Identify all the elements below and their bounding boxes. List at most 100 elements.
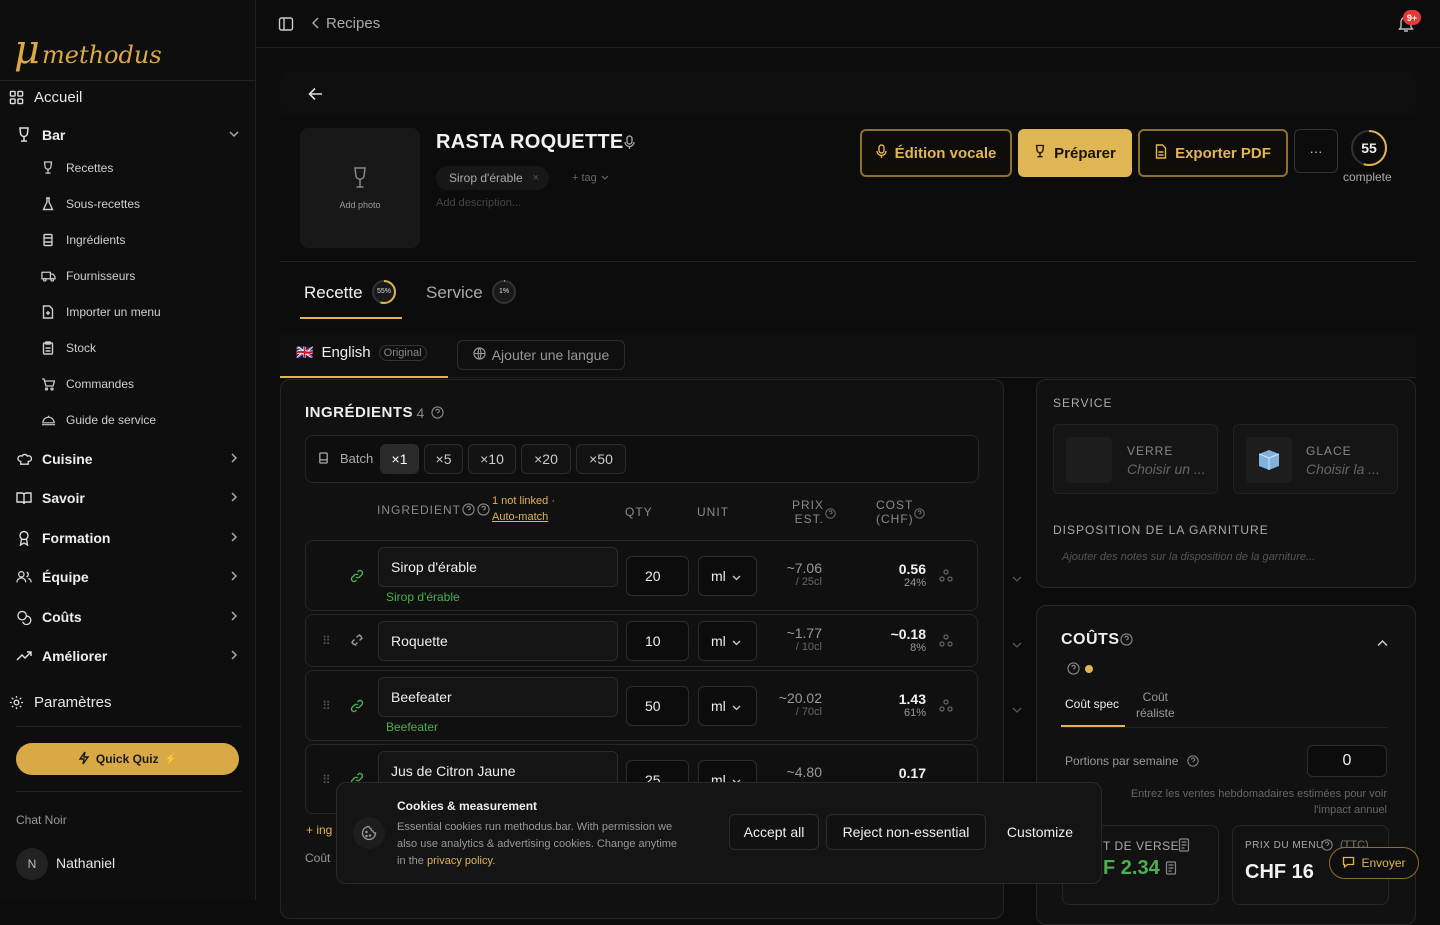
help-icon[interactable] [1187, 755, 1199, 770]
help-icon[interactable] [1321, 839, 1333, 854]
chevron-up-icon[interactable] [1377, 635, 1388, 650]
tab-service[interactable]: Service [426, 283, 483, 303]
sidebar-section-label: Savoir [42, 490, 85, 506]
help-icon[interactable] [431, 406, 444, 422]
language-tab-english[interactable]: 🇬🇧 English Original [296, 344, 427, 361]
accept-all-button[interactable]: Accept all [729, 814, 819, 850]
mic-icon [875, 143, 887, 163]
tab-spec-cost[interactable]: Coût spec [1065, 697, 1119, 711]
add-language-button[interactable]: Ajouter une langue [457, 340, 625, 370]
quick-quiz-button[interactable]: Quick Quiz ⚡ [16, 743, 239, 775]
divider [16, 791, 242, 792]
batch-x1[interactable]: ×1 [380, 444, 419, 474]
sidebar-item-subrecipes[interactable]: Sous-recettes [40, 196, 140, 212]
tab-realistic-cost[interactable]: Coût réaliste [1136, 689, 1175, 721]
globe-icon [473, 347, 486, 363]
sidebar-section-cuisine[interactable]: Cuisine [16, 448, 240, 470]
drag-handle-icon[interactable]: ⠿ [322, 773, 331, 787]
qty-input[interactable]: 10 [626, 621, 689, 661]
molecule-icon[interactable] [939, 569, 953, 586]
sidebar-section-improve[interactable]: Améliorer [16, 645, 240, 667]
linked-ingredient[interactable]: Sirop d'érable [386, 590, 460, 604]
help-icon[interactable] [914, 507, 925, 522]
batch-x5[interactable]: ×5 [424, 444, 463, 474]
sidebar-item-import-menu[interactable]: Importer un menu [40, 304, 161, 320]
glass-selector[interactable]: VERRE Choisir un ... [1053, 424, 1218, 494]
prepare-button[interactable]: Préparer [1018, 129, 1132, 177]
sidebar-toggle-icon[interactable] [278, 16, 294, 35]
sidebar-item-stock[interactable]: Stock [40, 340, 96, 356]
sidebar-item-settings[interactable]: Paramètres [0, 691, 256, 713]
avatar[interactable]: N [16, 848, 48, 880]
description-placeholder[interactable]: Add description... [436, 197, 521, 209]
help-icon[interactable] [477, 503, 490, 519]
add-ingredient-button[interactable]: + ing [306, 823, 332, 837]
unit-value: ml [711, 568, 726, 584]
sidebar-item-suppliers[interactable]: Fournisseurs [40, 268, 135, 284]
unit-select[interactable]: ml [698, 621, 757, 661]
add-tag-button[interactable]: + tag [572, 172, 609, 184]
sidebar-item-ingredients[interactable]: Ingrédients [40, 232, 125, 248]
drag-handle-icon[interactable]: ⠿ [322, 699, 331, 713]
sidebar-section-costs[interactable]: Coûts [16, 606, 240, 628]
sidebar-item-service-guide[interactable]: Guide de service [40, 412, 156, 428]
feedback-send-button[interactable]: Envoyer [1329, 847, 1419, 879]
reject-non-essential-button[interactable]: Reject non-essential [826, 814, 986, 850]
privacy-policy-link[interactable]: privacy policy. [427, 855, 495, 867]
help-icon[interactable] [825, 507, 836, 522]
ingredient-name-input[interactable]: Roquette [378, 621, 618, 661]
ingredient-name-input[interactable]: Beefeater [378, 677, 618, 717]
sidebar-item-orders[interactable]: Commandes [40, 376, 134, 392]
sidebar-section-knowledge[interactable]: Savoir [16, 487, 240, 509]
customize-button[interactable]: Customize [994, 814, 1086, 850]
tab-recipe[interactable]: Recette [304, 283, 363, 303]
batch-x50[interactable]: ×50 [576, 444, 626, 474]
ingredient-name-input[interactable]: Sirop d'érable [378, 547, 618, 587]
garnish-notes-input[interactable]: Ajouter des notes sur la disposition de … [1062, 551, 1315, 563]
breadcrumb[interactable]: Recipes [326, 15, 380, 32]
help-icon[interactable] [1067, 662, 1080, 678]
unlink-icon[interactable] [350, 633, 364, 650]
mic-icon[interactable] [624, 135, 635, 153]
wine-glass-icon [353, 166, 367, 192]
photo-upload[interactable]: Add photo [300, 128, 420, 248]
linked-ingredient[interactable]: Beefeater [386, 720, 438, 734]
sidebar-section-bar[interactable]: Bar [16, 124, 240, 146]
chevron-down-icon[interactable] [1012, 571, 1022, 586]
link-icon[interactable] [350, 699, 364, 716]
recipe-title[interactable]: RASTA ROQUETTE [436, 131, 624, 154]
unit-select[interactable]: ml [698, 686, 757, 726]
qty-input[interactable]: 50 [626, 686, 689, 726]
tag-chip: Sirop d'érable × [436, 166, 550, 190]
chevron-down-icon[interactable] [1012, 702, 1022, 717]
auto-match-link[interactable]: Auto-match [492, 511, 548, 523]
user-name[interactable]: Nathaniel [56, 855, 115, 871]
logo[interactable]: μ methodus [14, 30, 162, 70]
help-icon[interactable] [1120, 633, 1133, 649]
ingredients-count: · 4 [408, 405, 425, 421]
close-icon[interactable]: × [533, 172, 539, 184]
more-options-button[interactable]: ··· [1294, 129, 1338, 173]
ice-selector[interactable]: GLACE Choisir la ... [1233, 424, 1398, 494]
chevron-down-icon[interactable] [1012, 637, 1022, 652]
qty-input[interactable]: 20 [626, 556, 689, 596]
unit-select[interactable]: ml [698, 556, 757, 596]
arrow-left-icon[interactable] [308, 87, 323, 104]
column-qty: QTY [625, 505, 653, 519]
help-icon[interactable] [462, 503, 475, 519]
chevron-left-icon[interactable] [311, 17, 320, 32]
link-icon[interactable] [350, 569, 364, 586]
sidebar-section-team[interactable]: Équipe [16, 566, 240, 588]
menu-price-value[interactable]: CHF 16 [1245, 861, 1314, 884]
batch-x20[interactable]: ×20 [521, 444, 571, 474]
molecule-icon[interactable] [939, 634, 953, 651]
batch-x10[interactable]: ×10 [468, 444, 516, 474]
sidebar-item-home[interactable]: Accueil [0, 86, 256, 108]
sidebar-section-training[interactable]: Formation [16, 527, 240, 549]
drag-handle-icon[interactable]: ⠿ [322, 634, 331, 648]
portions-input[interactable]: 0 [1307, 745, 1387, 777]
sidebar-item-recipes[interactable]: Recettes [40, 160, 113, 176]
voice-edit-button[interactable]: Édition vocale [860, 129, 1012, 177]
molecule-icon[interactable] [939, 699, 953, 716]
export-pdf-button[interactable]: Exporter PDF [1138, 129, 1288, 177]
